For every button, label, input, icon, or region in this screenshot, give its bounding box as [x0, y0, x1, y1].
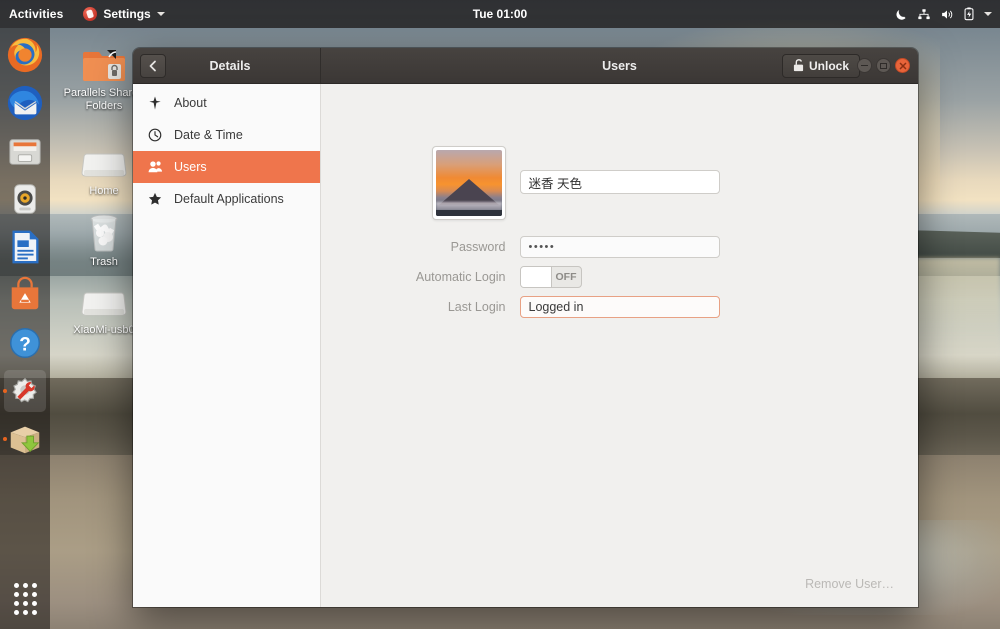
sidebar-item-date-time[interactable]: Date & Time — [133, 119, 320, 151]
full-name-input[interactable]: 迷香 天色 — [519, 170, 720, 194]
dock-item-help[interactable]: ? — [4, 322, 46, 364]
window-titlebar: Details Users Unlock — [133, 48, 918, 84]
sidebar-item-users[interactable]: Users — [133, 151, 320, 183]
toggle-state-label: OFF — [555, 271, 577, 283]
clock-icon — [147, 128, 163, 142]
svg-text:?: ? — [19, 335, 31, 356]
avatar[interactable] — [431, 146, 506, 220]
mount-fuji-sunset-avatar — [435, 150, 502, 216]
window-controls — [857, 58, 910, 73]
dock-item-rhythmbox[interactable] — [4, 178, 46, 220]
avatar-cell — [394, 146, 520, 220]
night-light-moon-icon — [895, 8, 908, 21]
close-button[interactable] — [895, 58, 910, 73]
dock-item-thunderbird[interactable] — [4, 82, 46, 124]
foreground-dark — [435, 210, 502, 216]
close-icon — [899, 62, 906, 69]
dock: ? — [0, 28, 50, 629]
titlebar-main: Users Unlock — [321, 48, 918, 83]
dock-item-settings[interactable] — [4, 370, 46, 412]
password-input[interactable]: ••••• — [519, 236, 720, 258]
volume-icon — [940, 8, 954, 21]
dock-item-software-updater[interactable] — [4, 418, 46, 460]
automatic-login-row: Automatic Login OFF — [394, 266, 846, 288]
users-panel: 迷香 天色 Password ••••• Automatic Login OFF — [321, 84, 918, 607]
dock-item-files[interactable] — [4, 130, 46, 172]
minimize-button[interactable] — [857, 58, 872, 73]
user-form: 迷香 天色 Password ••••• Automatic Login OFF — [321, 146, 918, 318]
last-login-value[interactable]: Logged in — [519, 296, 720, 318]
software-updater-icon — [10, 426, 40, 454]
status-indicators[interactable] — [895, 7, 992, 21]
settings-sidebar: About Date & Time Users Default Applicat… — [133, 84, 321, 607]
chevron-down-icon — [984, 12, 992, 16]
app-menu-label: Settings — [103, 7, 151, 21]
dock-item-libreoffice-writer[interactable] — [4, 226, 46, 268]
dock-item-firefox[interactable] — [4, 34, 46, 76]
top-bar: Activities Settings Tue 01:00 — [0, 0, 1000, 28]
desktop: Parallels Shared Folders Home Trash Xiao… — [0, 0, 1000, 629]
ubuntu-software-icon — [11, 276, 39, 310]
users-icon — [147, 160, 163, 174]
settings-icon — [83, 7, 98, 21]
clock[interactable]: Tue 01:00 — [440, 7, 560, 21]
automatic-login-toggle[interactable]: OFF — [519, 266, 582, 288]
sidebar-item-label: About — [174, 96, 207, 110]
unlock-button[interactable]: Unlock — [781, 53, 860, 78]
sidebar-item-label: Default Applications — [174, 192, 284, 206]
sidebar-item-label: Date & Time — [174, 128, 243, 142]
window-body: About Date & Time Users Default Applicat… — [133, 84, 918, 607]
activities-button[interactable]: Activities — [0, 7, 75, 21]
sidebar-item-about[interactable]: About — [133, 87, 320, 119]
titlebar-left: Details — [133, 48, 321, 83]
unlock-label: Unlock — [808, 58, 849, 73]
password-label: Password — [450, 240, 506, 254]
battery-icon — [963, 7, 975, 21]
chevron-left-icon — [149, 60, 156, 71]
remove-user-button[interactable]: Remove User… — [795, 573, 904, 595]
lock-open-icon — [793, 59, 804, 72]
help-icon: ? — [10, 328, 40, 358]
last-login-label: Last Login — [447, 300, 506, 314]
last-login-row: Last Login Logged in — [394, 296, 846, 318]
sidebar-item-default-applications[interactable]: Default Applications — [133, 183, 320, 215]
libreoffice-writer-icon — [12, 230, 39, 264]
back-button[interactable] — [140, 53, 166, 78]
app-grid-icon — [13, 583, 37, 615]
star-icon — [147, 192, 163, 206]
firefox-icon — [7, 37, 43, 73]
password-row: Password ••••• — [394, 236, 846, 258]
thunderbird-icon — [7, 85, 43, 121]
maximize-button[interactable] — [876, 58, 891, 73]
network-icon — [917, 8, 931, 21]
rhythmbox-icon — [14, 184, 36, 214]
toggle-knob — [520, 267, 552, 287]
avatar-row: 迷香 天色 — [394, 146, 846, 220]
settings-window: Details Users Unlock About Date & Time U… — [133, 48, 918, 607]
show-applications-button[interactable] — [0, 583, 50, 615]
app-menu-settings[interactable]: Settings — [75, 7, 172, 21]
sidebar-item-label: Users — [174, 160, 207, 174]
dock-item-ubuntu-software[interactable] — [4, 274, 46, 316]
automatic-login-label: Automatic Login — [415, 270, 506, 284]
chevron-down-icon — [156, 12, 165, 16]
sparkle-icon — [147, 96, 163, 110]
files-icon — [9, 139, 41, 165]
settings-gear-wrench-icon — [12, 377, 37, 403]
panel-title: Details — [209, 58, 251, 73]
